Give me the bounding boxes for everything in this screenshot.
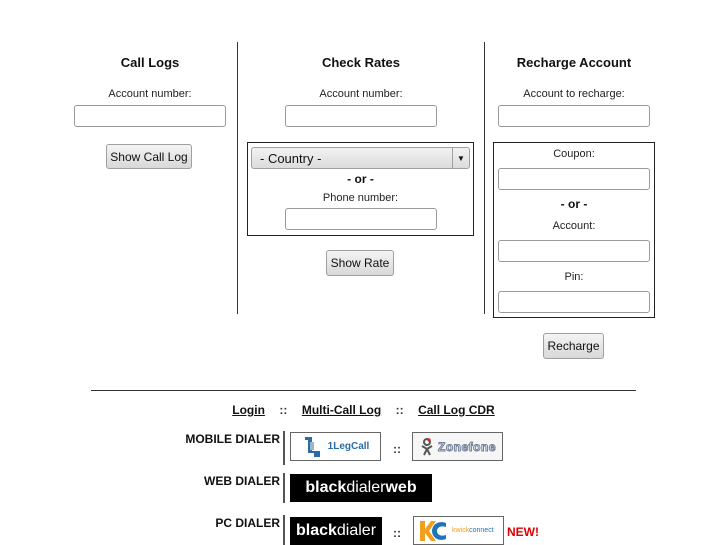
- column-divider: [237, 42, 238, 314]
- onelegcall-text: 1LegCall: [327, 441, 370, 452]
- onelegcall-icon: [304, 436, 320, 457]
- login-link[interactable]: Login: [232, 403, 265, 417]
- dialer-divider: [283, 431, 285, 465]
- dialer-separator: ::: [393, 442, 401, 456]
- multi-call-log-link[interactable]: Multi-Call Log: [302, 403, 381, 417]
- dialer-divider: [283, 515, 285, 545]
- or-separator: - or -: [560, 197, 588, 211]
- recharge-heading: Recharge Account: [516, 55, 632, 70]
- dialer-separator: ::: [393, 526, 401, 540]
- coupon-input[interactable]: [498, 168, 650, 190]
- blackdialerweb-end: web: [385, 479, 417, 496]
- blackdialer-logo[interactable]: black dialer: [290, 517, 382, 545]
- section-divider: [91, 390, 636, 391]
- zonefone-logo[interactable]: Zonefone: [412, 432, 503, 461]
- recharge-acct-input[interactable]: [498, 240, 650, 262]
- kwickconnect-text-a: kwick: [452, 527, 470, 534]
- call-logs-account-input[interactable]: [74, 105, 226, 127]
- blackdialer-bold: black: [295, 522, 337, 539]
- phone-number-input[interactable]: [285, 208, 437, 230]
- blackdialer-mid: dialer: [336, 522, 377, 539]
- recharge-button[interactable]: Recharge: [543, 333, 604, 359]
- rate-lookup-box: - Country - ▼ - or - Phone number:: [247, 142, 474, 236]
- nav-separator: ::: [395, 403, 404, 417]
- recharge-method-box: Coupon: - or - Account: Pin:: [493, 142, 655, 318]
- call-log-cdr-link[interactable]: Call Log CDR: [418, 403, 495, 417]
- nav-separator: ::: [279, 403, 288, 417]
- web-dialer-label: WEB DIALER: [204, 474, 280, 488]
- mobile-dialer-label: MOBILE DIALER: [185, 432, 280, 446]
- country-select[interactable]: - Country - ▼: [251, 147, 470, 169]
- kwickconnect-logo[interactable]: kwickconnect: [413, 516, 504, 545]
- chevron-down-icon[interactable]: ▼: [452, 148, 469, 168]
- recharge-acct-label: Account:: [552, 220, 596, 232]
- recharge-account-label: Account to recharge:: [523, 88, 625, 100]
- kwickconnect-icon: [420, 520, 446, 541]
- country-select-value: - Country -: [260, 150, 322, 166]
- dialer-divider: [283, 473, 285, 503]
- blackdialerweb-mid: dialer: [346, 479, 386, 496]
- show-call-log-button[interactable]: Show Call Log: [106, 144, 192, 169]
- pin-input[interactable]: [498, 291, 650, 313]
- coupon-label: Coupon:: [553, 148, 595, 160]
- pin-label: Pin:: [564, 271, 584, 283]
- blackdialerweb-logo[interactable]: black dialer web: [290, 474, 432, 502]
- check-rates-heading: Check Rates: [321, 55, 401, 70]
- zonefone-text: Zonefone: [438, 439, 497, 454]
- or-separator: - or -: [347, 172, 374, 186]
- call-logs-heading: Call Logs: [120, 55, 180, 70]
- zonefone-icon: [421, 437, 433, 455]
- check-rates-account-input[interactable]: [285, 105, 437, 127]
- pc-dialer-label: PC DIALER: [215, 516, 280, 530]
- call-logs-account-label: Account number:: [108, 88, 192, 100]
- check-rates-account-label: Account number:: [319, 88, 403, 100]
- column-divider: [484, 42, 485, 314]
- new-badge: NEW!: [507, 525, 539, 539]
- blackdialerweb-bold: black: [305, 479, 347, 496]
- phone-number-label: Phone number:: [322, 192, 399, 204]
- footer-nav: Login :: Multi-Call Log :: Call Log CDR: [0, 401, 727, 419]
- kwickconnect-text: kwickconnect: [452, 527, 494, 534]
- kwickconnect-text-b: connect: [469, 527, 494, 534]
- show-rate-button[interactable]: Show Rate: [326, 250, 394, 276]
- recharge-account-input[interactable]: [498, 105, 650, 127]
- onelegcall-logo[interactable]: 1LegCall: [290, 432, 381, 461]
